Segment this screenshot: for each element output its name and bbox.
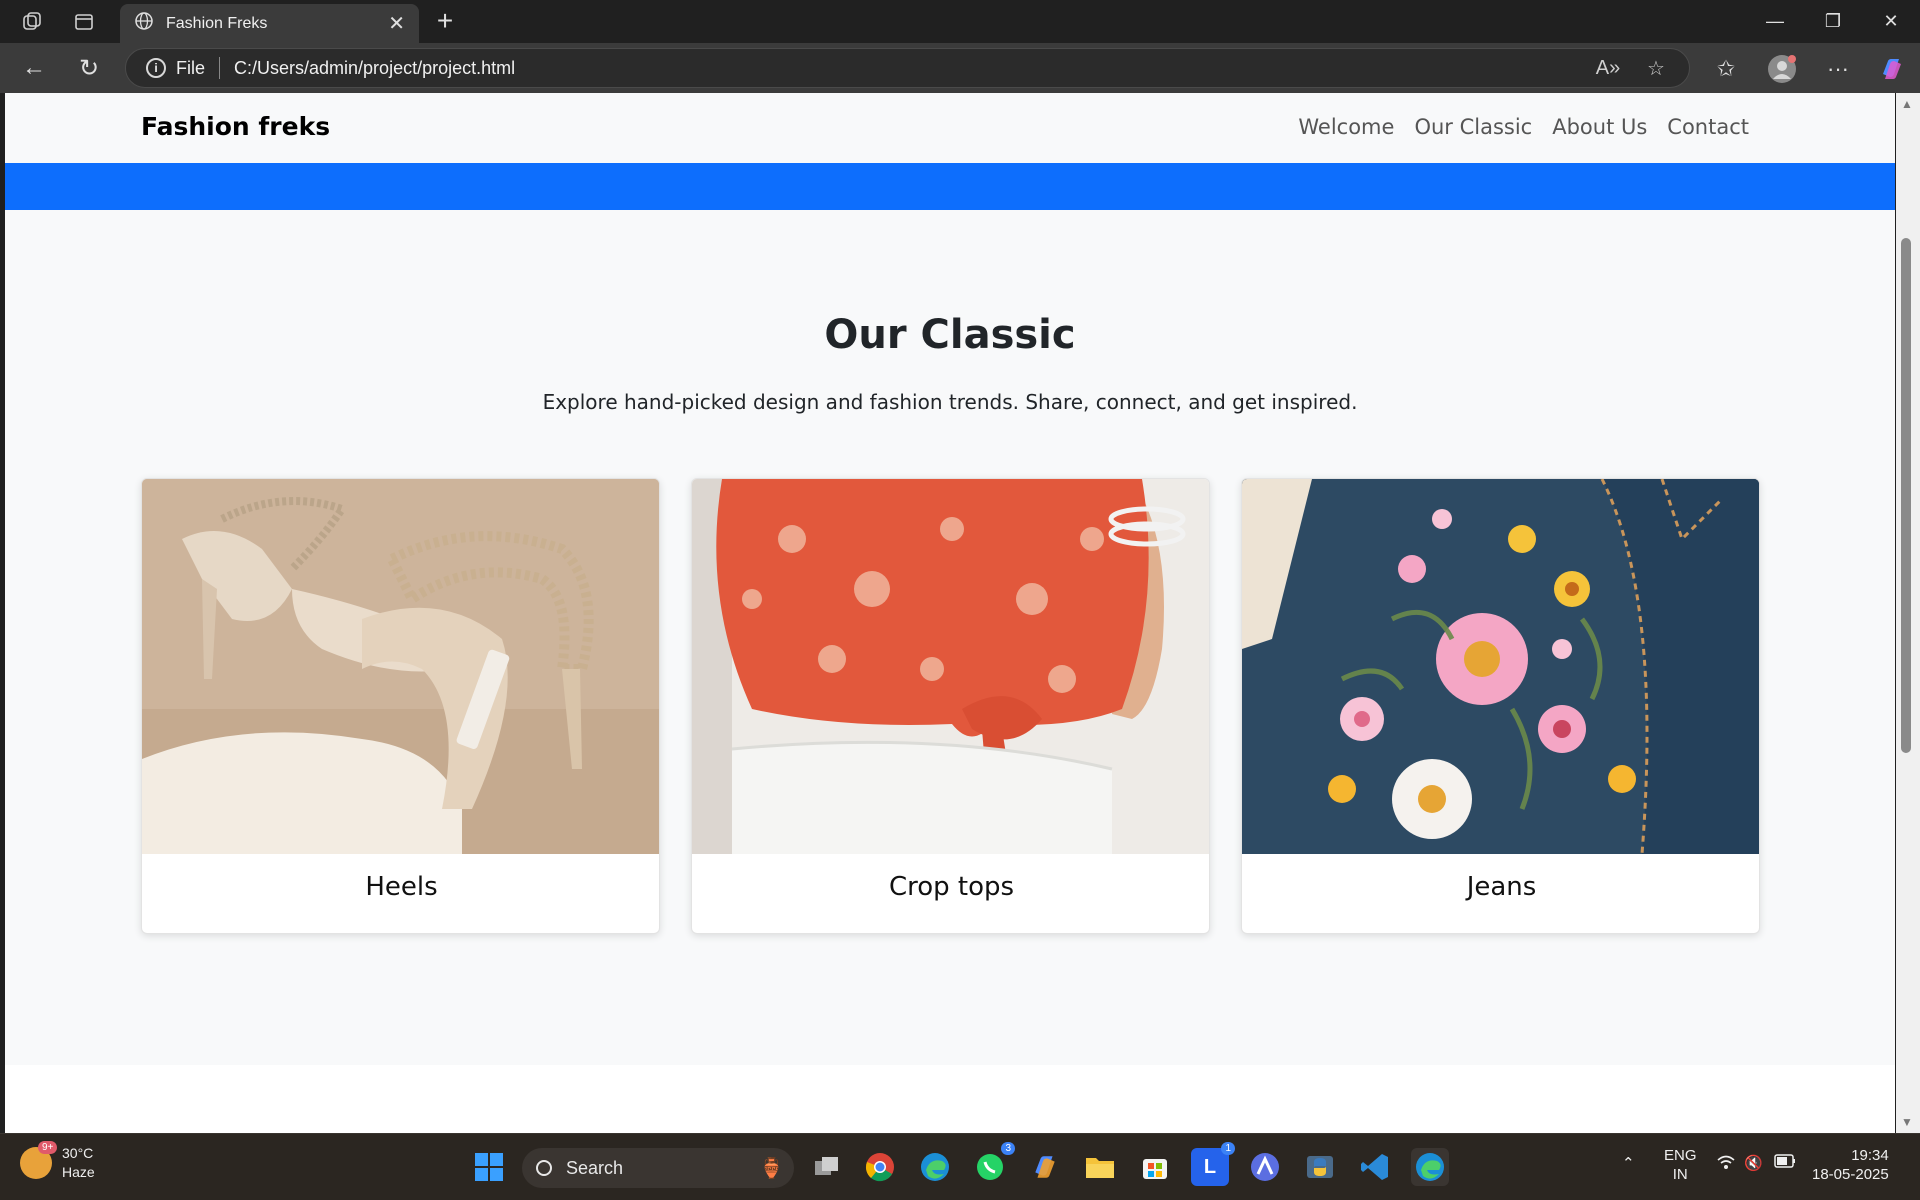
wifi-icon[interactable] xyxy=(1716,1154,1736,1175)
nav-our-classic[interactable]: Our Classic xyxy=(1414,115,1532,139)
scroll-down-icon[interactable]: ▼ xyxy=(1900,1115,1914,1129)
site-brand[interactable]: Fashion freks xyxy=(141,112,330,141)
browser-toolbar: ← ↻ i File C:/Users/admin/project/projec… xyxy=(0,43,1920,93)
page-bottom-strip xyxy=(5,1065,1895,1133)
clock-date: 18-05-2025 xyxy=(1812,1166,1889,1183)
scroll-up-icon[interactable]: ▲ xyxy=(1900,97,1914,111)
lang-bottom: IN xyxy=(1672,1166,1688,1183)
favorites-icon[interactable]: ✩ xyxy=(1710,53,1742,85)
search-icon xyxy=(536,1160,552,1176)
globe-icon xyxy=(134,11,154,36)
section-title: Our Classic xyxy=(824,312,1076,358)
weather-badge: 9+ xyxy=(38,1141,58,1154)
nav-welcome[interactable]: Welcome xyxy=(1298,115,1394,139)
close-tab-icon[interactable]: ✕ xyxy=(388,11,405,36)
address-scheme-label: File xyxy=(176,57,206,78)
product-card-jeans[interactable]: Jeans xyxy=(1241,478,1760,934)
weather-haze-icon: 9+ xyxy=(20,1141,58,1179)
file-explorer-icon[interactable] xyxy=(1081,1148,1119,1186)
lang-top: ENG xyxy=(1664,1147,1697,1164)
weather-temp: 30°C xyxy=(62,1145,94,1161)
search-highlight-icon: 🏺 xyxy=(759,1157,784,1180)
vertical-tabs-icon[interactable] xyxy=(70,8,98,36)
favorite-star-icon[interactable]: ☆ xyxy=(1641,56,1671,81)
language-indicator[interactable]: ENG IN xyxy=(1664,1146,1697,1184)
browser-tab[interactable]: Fashion Freks ✕ xyxy=(120,4,419,43)
copilot-taskbar-icon[interactable] xyxy=(1026,1148,1064,1186)
vscode-icon[interactable] xyxy=(1356,1148,1394,1186)
nav-contact[interactable]: Contact xyxy=(1667,115,1749,139)
page-viewport: Fashion freks Welcome Our Classic About … xyxy=(5,93,1895,1133)
store-icon[interactable] xyxy=(1136,1148,1174,1186)
address-separator xyxy=(219,57,221,79)
site-navbar: Fashion freks Welcome Our Classic About … xyxy=(5,93,1895,163)
taskbar: 9+ 30°C Haze Search 🏺 3 L 1 ⌃ ENG IN 🔇 1… xyxy=(0,1133,1920,1200)
url-text[interactable]: C:/Users/admin/project/project.html xyxy=(234,58,1593,79)
arc-app-icon[interactable] xyxy=(1246,1148,1284,1186)
search-label: Search xyxy=(566,1157,624,1178)
l-app-badge: 1 xyxy=(1221,1142,1235,1155)
start-windows-icon[interactable] xyxy=(470,1148,508,1186)
chrome-icon[interactable] xyxy=(861,1148,899,1186)
card-label: Heels xyxy=(365,872,438,902)
task-view-icon[interactable] xyxy=(808,1148,846,1186)
browser-titlebar: Fashion Freks ✕ + — ❐ ✕ xyxy=(0,0,1920,43)
section-subtitle: Explore hand-picked design and fashion t… xyxy=(542,390,1358,414)
address-bar[interactable]: i File C:/Users/admin/project/project.ht… xyxy=(125,48,1690,88)
minimize-icon[interactable]: — xyxy=(1747,6,1803,36)
taskbar-search[interactable]: Search 🏺 xyxy=(522,1148,794,1188)
whatsapp-badge: 3 xyxy=(1001,1142,1015,1155)
more-menu-icon[interactable]: ··· xyxy=(1822,53,1854,85)
card-label: Crop tops xyxy=(888,872,1015,902)
restore-icon[interactable]: ❐ xyxy=(1805,6,1861,36)
info-icon[interactable]: i xyxy=(146,58,166,78)
python-icon[interactable] xyxy=(1301,1148,1339,1186)
scroll-thumb[interactable] xyxy=(1901,238,1911,753)
product-card-heels[interactable]: Heels xyxy=(141,478,660,934)
close-window-icon[interactable]: ✕ xyxy=(1863,6,1919,36)
back-icon[interactable]: ← xyxy=(18,52,50,84)
jeans-image xyxy=(1242,479,1759,855)
page-scrollbar[interactable]: ▲ ▼ xyxy=(1896,93,1920,1133)
edge-active-icon[interactable] xyxy=(1411,1148,1449,1186)
l-app-icon[interactable]: L 1 xyxy=(1191,1142,1235,1186)
read-aloud-icon[interactable]: A» xyxy=(1593,57,1623,80)
site-menu: Welcome Our Classic About Us Contact xyxy=(1298,115,1749,139)
nav-about-us[interactable]: About Us xyxy=(1552,115,1647,139)
classic-section: Our Classic Explore hand-picked design a… xyxy=(5,210,1895,1065)
tray-overflow-icon[interactable]: ⌃ xyxy=(1622,1154,1635,1173)
battery-icon[interactable] xyxy=(1774,1154,1796,1173)
new-tab-icon[interactable]: + xyxy=(430,5,460,36)
workspaces-icon[interactable] xyxy=(18,8,46,36)
product-card-crop-tops[interactable]: Crop tops xyxy=(691,478,1210,934)
crop-top-image xyxy=(692,479,1209,854)
hero-band xyxy=(5,163,1895,210)
card-label: Jeans xyxy=(1466,872,1537,902)
tab-title: Fashion Freks xyxy=(166,14,268,32)
edge-icon[interactable] xyxy=(916,1148,954,1186)
whatsapp-icon[interactable]: 3 xyxy=(971,1142,1015,1186)
heels-image xyxy=(142,479,659,854)
weather-widget[interactable]: 9+ 30°C Haze xyxy=(20,1141,95,1182)
clock-time: 19:34 xyxy=(1851,1147,1889,1164)
copilot-icon[interactable] xyxy=(1876,53,1908,85)
profile-avatar-icon[interactable] xyxy=(1766,53,1798,85)
weather-desc: Haze xyxy=(62,1164,95,1180)
refresh-icon[interactable]: ↻ xyxy=(73,52,105,84)
volume-muted-icon[interactable]: 🔇 xyxy=(1744,1154,1763,1173)
clock[interactable]: 19:34 18-05-2025 xyxy=(1812,1146,1889,1184)
